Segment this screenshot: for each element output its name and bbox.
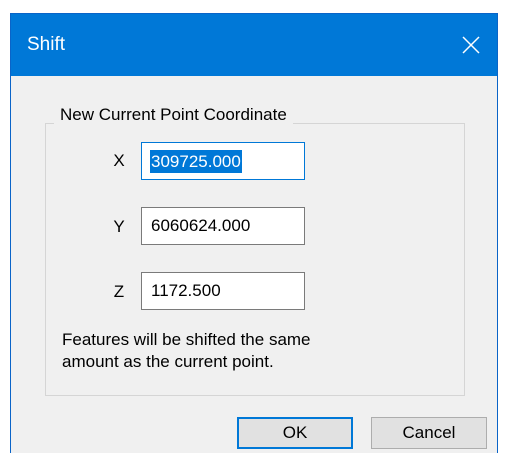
x-coordinate-selected-text: 309725.000 [150,150,242,173]
close-icon [462,36,480,54]
ok-button[interactable]: OK [237,417,353,449]
x-coordinate-input[interactable]: 309725.000 [141,142,305,180]
y-coordinate-input[interactable] [141,207,305,245]
z-coordinate-input[interactable] [141,272,305,310]
z-label: Z [113,282,125,301]
y-label: Y [113,217,125,236]
window-title: Shift [27,34,66,55]
shift-note: Features will be shifted the same amount… [62,330,311,371]
close-button[interactable] [445,14,497,76]
title-bar[interactable]: Shift [11,14,497,76]
shift-dialog: Shift New Current Point Coordinate X 309… [10,13,498,453]
groupbox-legend: New Current Point Coordinate [54,104,293,126]
x-label: X [113,151,125,170]
cancel-button[interactable]: Cancel [371,417,487,449]
dialog-content: New Current Point Coordinate X 309725.00… [11,76,497,453]
